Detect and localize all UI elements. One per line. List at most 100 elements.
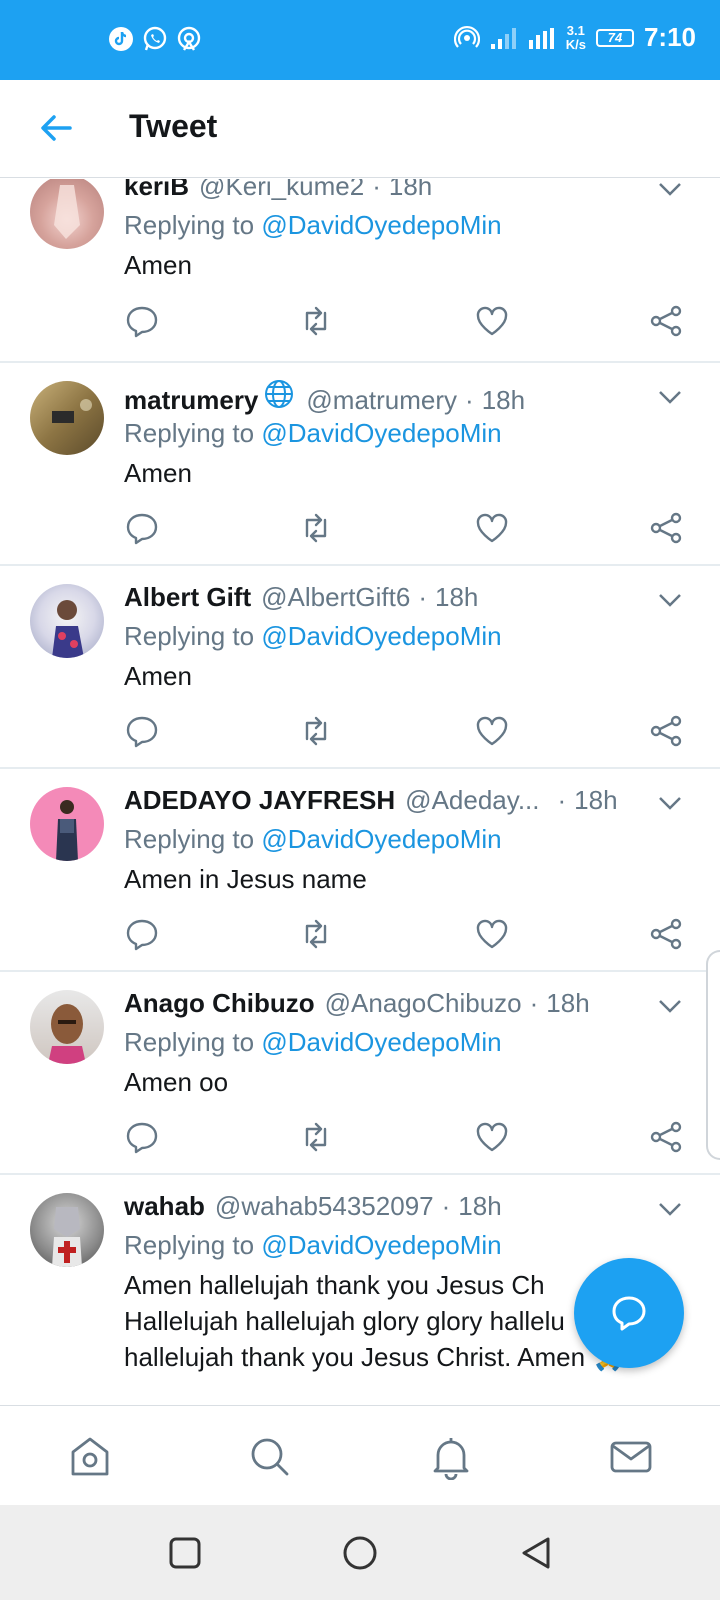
globe-emoji-icon [265,380,294,408]
heart-icon[interactable] [474,916,510,952]
recents-icon[interactable] [167,1535,203,1571]
replying-to: Replying to @DavidOyedepoMin [124,1230,502,1260]
share-icon[interactable] [648,303,684,339]
status-bar: 3.1 K/s 74 7:10 [0,0,720,80]
user-handle[interactable]: @Adeday... [405,785,539,816]
retweet-icon[interactable] [298,713,334,749]
chevron-down-icon[interactable] [656,992,684,1020]
reply-icon[interactable] [124,916,160,952]
display-name[interactable]: ADEDAYO JAYFRESH [124,785,395,816]
mention-link[interactable]: @DavidOyedepoMin [261,1027,501,1057]
chevron-down-icon[interactable] [656,789,684,817]
user-handle[interactable]: @AnagoChibuzo [325,988,522,1019]
user-handle[interactable]: @AlbertGift6 [261,582,410,613]
separator: · [465,385,474,415]
chevron-down-icon[interactable] [656,179,684,203]
share-icon[interactable] [648,916,684,952]
separator: · [418,582,428,612]
tweet-item[interactable]: matrumery @matrumery · 18h Replying to @… [0,363,720,566]
hotspot-icon [177,26,201,51]
replying-to: Replying to @DavidOyedepoMin [124,1027,502,1057]
home-icon[interactable] [67,1434,113,1480]
avatar[interactable] [30,990,104,1064]
heart-icon[interactable] [474,1119,510,1155]
tweet-item[interactable]: Albert Gift @AlbertGift6 · 18h Replying … [0,566,720,769]
avatar[interactable] [30,584,104,658]
tweet-text: Amen [124,661,192,691]
timestamp: 18h [458,1191,502,1221]
display-name[interactable]: Anago Chibuzo [124,988,315,1019]
user-handle[interactable]: @wahab54352097 [215,1191,434,1222]
retweet-icon[interactable] [298,1119,334,1155]
tweet-text: Amen [124,458,192,488]
display-name[interactable]: matrumery [124,385,258,416]
tweet-header: keriB @Keri_kume2 · 18h [124,179,646,205]
share-icon[interactable] [648,713,684,749]
mention-link[interactable]: @DavidOyedepoMin [261,210,501,240]
user-handle[interactable]: @matrumery [306,385,457,416]
network-speed: 3.1 K/s [565,22,586,52]
avatar[interactable] [30,179,104,249]
avatar[interactable] [30,1193,104,1267]
tweet-actions [124,1119,696,1155]
display-name[interactable]: Albert Gift [124,582,251,613]
heart-icon[interactable] [474,303,510,339]
mention-link[interactable]: @DavidOyedepoMin [261,824,501,854]
signal-icon-2 [528,27,554,49]
tweet-header: Anago Chibuzo @AnagoChibuzo · 18h [124,988,646,1022]
separator: · [529,988,539,1018]
clock: 7:10 [643,22,696,52]
tweet-text: Amen [124,250,192,280]
tweet-actions [124,713,696,749]
tweet-item[interactable]: Anago Chibuzo @AnagoChibuzo · 18h Replyi… [0,972,720,1175]
reply-icon[interactable] [124,1119,160,1155]
back-triangle-icon[interactable] [518,1535,554,1571]
user-handle[interactable]: @Keri_kume2 [199,179,364,202]
reply-icon[interactable] [124,510,160,546]
tweet-header: wahab @wahab54352097 · 18h [124,1191,646,1225]
display-name[interactable]: wahab [124,1191,205,1222]
system-navigation-bar [0,1505,720,1600]
reply-icon[interactable] [124,303,160,339]
tweet-header: ADEDAYO JAYFRESH @Adeday... · 18h [124,785,646,819]
timestamp: 18h [388,179,433,201]
timestamp: 18h [481,385,526,415]
replying-to: Replying to @DavidOyedepoMin [124,824,502,854]
mention-link[interactable]: @DavidOyedepoMin [261,1230,501,1260]
messages-icon[interactable] [608,1434,654,1480]
compose-reply-button[interactable] [574,1258,684,1368]
home-circle-icon[interactable] [342,1535,378,1571]
heart-icon[interactable] [474,510,510,546]
tweet-actions [124,916,696,952]
reply-icon[interactable] [124,713,160,749]
tweet-item[interactable]: ADEDAYO JAYFRESH @Adeday... · 18h Replyi… [0,769,720,972]
share-icon[interactable] [648,510,684,546]
tweet-item[interactable]: keriB @Keri_kume2 · 18h Replying to @Dav… [0,179,720,363]
chevron-down-icon[interactable] [656,586,684,614]
chevron-down-icon[interactable] [656,1195,684,1223]
retweet-icon[interactable] [298,303,334,339]
retweet-icon[interactable] [298,916,334,952]
arrow-left-icon[interactable] [36,108,76,148]
replying-to: Replying to @DavidOyedepoMin [124,621,502,651]
signal-icon-1 [490,27,516,49]
replies-feed[interactable]: keriB @Keri_kume2 · 18h Replying to @Dav… [0,179,720,1405]
retweet-icon[interactable] [298,510,334,546]
app-header: Tweet [0,80,720,178]
status-system-indicators: 3.1 K/s 74 7:10 [453,22,696,53]
display-name[interactable]: keriB [124,179,189,202]
tweet-actions [124,510,696,546]
chevron-down-icon[interactable] [656,383,684,411]
mention-link[interactable]: @DavidOyedepoMin [261,418,501,448]
mention-link[interactable]: @DavidOyedepoMin [261,621,501,651]
tweet-text: Amen oo [124,1067,229,1097]
search-icon[interactable] [247,1434,293,1480]
avatar[interactable] [30,381,104,455]
heart-icon[interactable] [474,713,510,749]
tweet-actions [124,303,696,339]
edge-panel-handle[interactable] [706,950,720,1160]
avatar[interactable] [30,787,104,861]
replying-to: Replying to @DavidOyedepoMin [124,210,502,240]
notifications-icon[interactable] [428,1434,474,1480]
share-icon[interactable] [648,1119,684,1155]
